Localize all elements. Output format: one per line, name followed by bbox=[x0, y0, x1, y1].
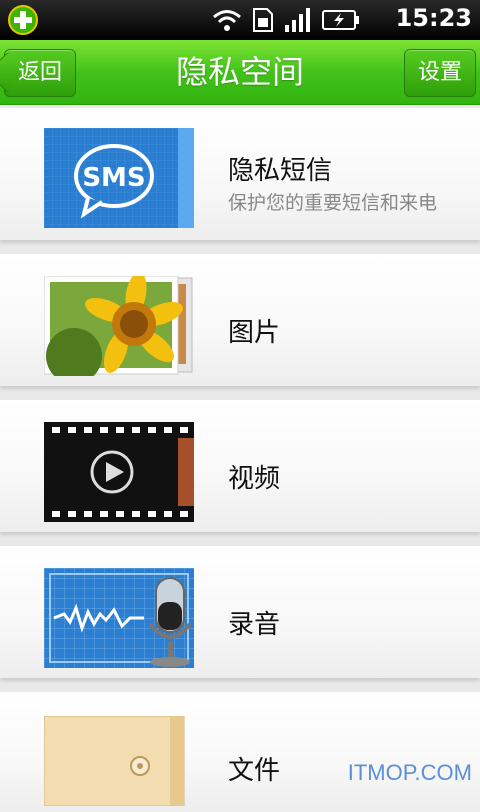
page-title: 隐私空间 bbox=[175, 53, 304, 91]
video-icon bbox=[44, 422, 194, 522]
list-item-files[interactable]: 文件 bbox=[0, 692, 480, 812]
item-title: 录音 bbox=[228, 610, 281, 640]
list-item-recordings[interactable]: 录音 bbox=[0, 546, 480, 678]
clock-time: 15:23 bbox=[395, 4, 472, 32]
sms-icon-label: SMS bbox=[82, 163, 145, 193]
app-logo-icon bbox=[8, 5, 38, 35]
battery-charging-icon bbox=[322, 10, 359, 30]
sms-icon: SMS bbox=[44, 128, 194, 228]
wifi-icon bbox=[213, 10, 241, 31]
photo-icon bbox=[44, 276, 193, 376]
list-item-private-sms[interactable]: SMS 隐私短信 保护您的重要短信和来电 bbox=[0, 108, 480, 240]
list-item-pictures[interactable]: 图片 bbox=[0, 254, 480, 386]
item-subtitle: 保护您的重要短信和来电 bbox=[228, 192, 438, 214]
signal-icon bbox=[285, 8, 310, 32]
watermark: ITMOP.COM bbox=[347, 760, 472, 785]
status-bar: 15:23 bbox=[0, 0, 480, 40]
sim-icon bbox=[253, 8, 273, 32]
file-icon bbox=[44, 716, 185, 806]
item-title: 文件 bbox=[228, 756, 281, 786]
item-title: 视频 bbox=[228, 464, 281, 494]
item-title: 隐私短信 bbox=[228, 156, 333, 186]
recording-icon bbox=[44, 568, 194, 668]
item-title: 图片 bbox=[228, 318, 281, 348]
list-item-videos[interactable]: 视频 bbox=[0, 400, 480, 532]
